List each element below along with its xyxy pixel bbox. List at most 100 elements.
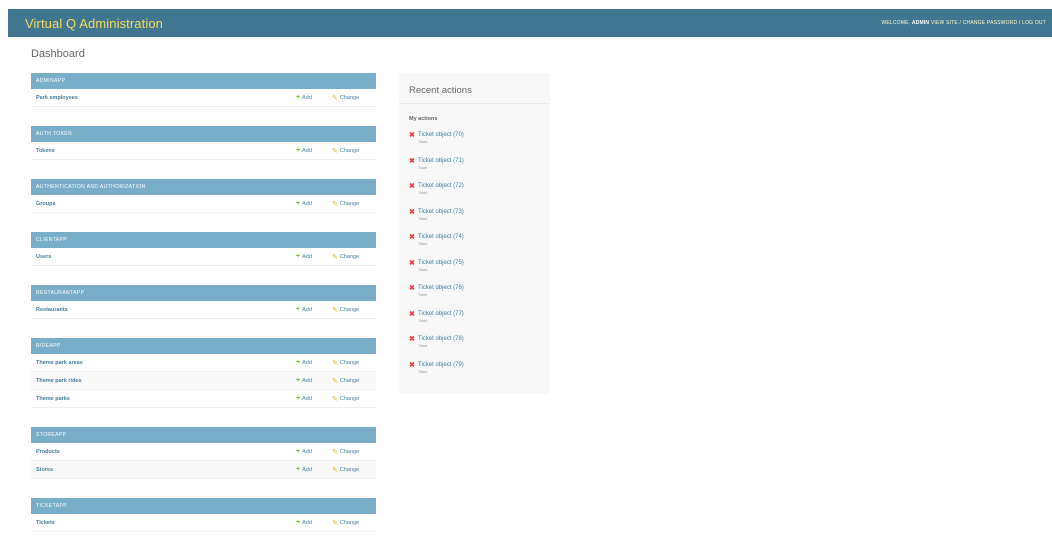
add-link[interactable]: + Add [296,466,332,473]
add-link[interactable]: + Add [296,306,332,313]
action-link[interactable]: Ticket object (79) [418,362,464,368]
add-label: Add [302,359,312,366]
plus-icon: + [296,359,301,366]
app-module: STOREAPP Products + Add ✎ Change Stores + Add ✎ Ch… [31,427,376,479]
action-type: Ticket [418,140,428,144]
add-link[interactable]: + Add [296,359,332,366]
model-row: Theme parks + Add ✎ Change [31,390,376,408]
model-row: Users + Add ✎ Change [31,248,376,266]
app-caption[interactable]: RESTAURANTAPP [31,285,376,301]
app-module: RIDEAPP Theme park areas + Add ✎ Change Theme … [31,338,376,408]
change-link[interactable]: ✎ Change [332,395,376,403]
change-link[interactable]: ✎ Change [332,448,376,456]
add-link[interactable]: + Add [296,448,332,455]
add-link[interactable]: + Add [296,395,332,402]
model-link[interactable]: Theme park areas [36,360,296,366]
add-link[interactable]: + Add [296,519,332,526]
add-link[interactable]: + Add [296,147,332,154]
model-link[interactable]: Tickets [36,520,296,526]
model-link[interactable]: Park employees [36,95,296,101]
change-password-link[interactable]: CHANGE PASSWORD [963,20,1018,26]
plus-icon: + [296,147,301,154]
log-out-link[interactable]: LOG OUT [1022,20,1046,26]
add-link[interactable]: + Add [296,253,332,260]
action-link[interactable]: Ticket object (73) [418,209,464,215]
delete-x-icon: ✖ [409,336,415,343]
app-caption[interactable]: RIDEAPP [31,338,376,354]
app-module: ADMINAPP Park employees + Add ✎ Change [31,73,376,107]
recent-action-item: ✖ Ticket object (79) Ticket [409,361,550,387]
action-link[interactable]: Ticket object (75) [418,260,464,266]
action-link[interactable]: Ticket object (77) [418,311,464,317]
add-label: Add [302,448,312,455]
model-link[interactable]: Groups [36,201,296,207]
pencil-icon: ✎ [332,359,338,367]
action-link[interactable]: Ticket object (78) [418,336,464,342]
action-type: Ticket [418,293,428,297]
change-link[interactable]: ✎ Change [332,147,376,155]
app-caption[interactable]: ADMINAPP [31,73,376,89]
add-label: Add [302,377,312,384]
app-caption[interactable]: TICKETAPP [31,498,376,514]
plus-icon: + [296,395,301,402]
pencil-icon: ✎ [332,519,338,527]
change-label: Change [339,466,360,473]
action-type: Ticket [418,369,428,374]
recent-action-item: ✖ Ticket object (70) Ticket [409,131,550,157]
recent-action-item: ✖ Ticket object (78) Ticket [409,335,550,361]
model-link[interactable]: Users [36,254,296,260]
change-link[interactable]: ✎ Change [332,519,376,527]
model-row: Stores + Add ✎ Change [31,461,376,479]
view-site-link[interactable]: VIEW SITE [931,20,958,26]
model-link[interactable]: Restaurants [36,307,296,313]
change-link[interactable]: ✎ Change [332,359,376,367]
delete-x-icon: ✖ [409,208,415,216]
model-link[interactable]: Tokens [36,148,296,154]
pencil-icon: ✎ [332,94,338,102]
action-type: Ticket [418,242,428,246]
site-title[interactable]: Virtual Q Administration [25,16,163,31]
action-type: Ticket [418,165,428,170]
add-label: Add [302,306,312,313]
delete-x-icon: ✖ [409,234,415,241]
recent-action-item: ✖ Ticket object (72) Ticket [409,182,550,208]
add-link[interactable]: + Add [296,200,332,207]
my-actions-heading: My actions [409,116,438,122]
plus-icon: + [296,94,301,101]
model-link[interactable]: Stores [36,467,296,473]
change-link[interactable]: ✎ Change [332,94,376,102]
action-link[interactable]: Ticket object (72) [418,183,464,189]
model-link[interactable]: Theme parks [36,396,296,402]
recent-actions-panel: Recent actions My actions ✖ Ticket object… [399,73,550,394]
action-type: Ticket [418,267,428,272]
action-link[interactable]: Ticket object (76) [418,285,464,291]
change-label: Change [339,377,360,384]
change-label: Change [339,359,360,366]
change-label: Change [339,147,360,154]
app-caption[interactable]: AUTH TOKEN [31,126,376,142]
change-link[interactable]: ✎ Change [332,200,376,208]
delete-x-icon: ✖ [409,259,415,267]
change-link[interactable]: ✎ Change [332,253,376,261]
model-link[interactable]: Theme park rides [36,378,296,384]
action-link[interactable]: Ticket object (70) [418,132,464,138]
action-link[interactable]: Ticket object (74) [418,234,464,240]
recent-actions-title: Recent actions [399,73,550,104]
plus-icon: + [296,306,301,313]
change-link[interactable]: ✎ Change [332,377,376,385]
plus-icon: + [296,200,301,207]
action-type: Ticket [418,191,428,195]
change-link[interactable]: ✎ Change [332,306,376,314]
add-label: Add [302,253,312,260]
app-module: CLIENTAPP Users + Add ✎ Change [31,232,376,266]
change-link[interactable]: ✎ Change [332,466,376,474]
add-link[interactable]: + Add [296,94,332,101]
username: ADMIN [911,20,930,26]
add-link[interactable]: + Add [296,377,332,384]
app-caption[interactable]: AUTHENTICATION AND AUTHORIZATION [31,179,376,195]
recent-action-item: ✖ Ticket object (76) Ticket [409,284,550,310]
model-link[interactable]: Products [36,449,296,455]
app-caption[interactable]: CLIENTAPP [31,232,376,248]
app-caption[interactable]: STOREAPP [31,427,376,443]
action-link[interactable]: Ticket object (71) [418,158,464,164]
